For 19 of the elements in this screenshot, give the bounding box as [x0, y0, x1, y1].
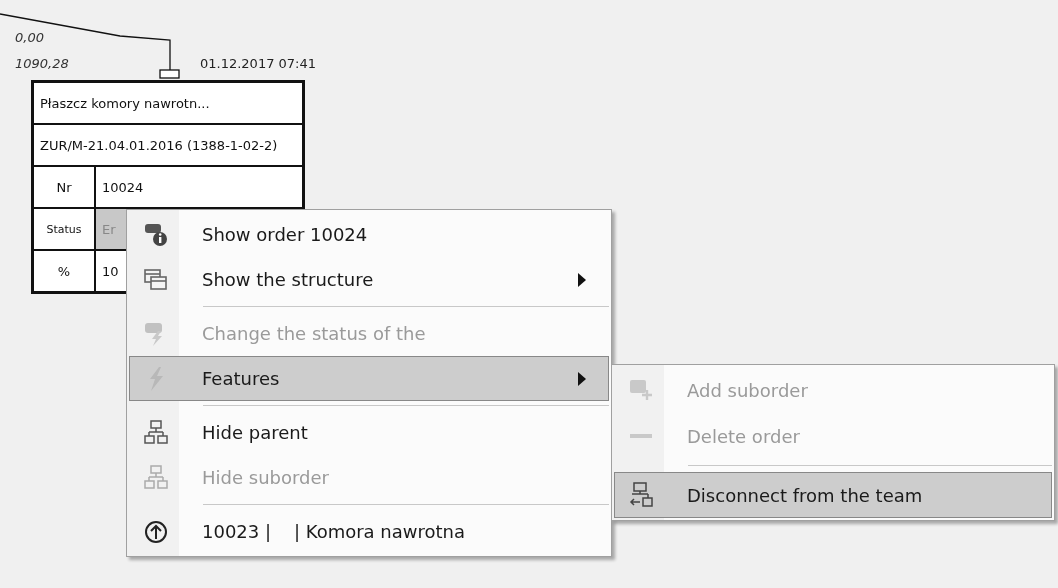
node-title: Płaszcz komory nawrotn... — [39, 95, 210, 111]
menu-item[interactable]: Hide parent — [129, 410, 609, 455]
hierarchy-icon — [144, 419, 168, 446]
submenu-arrow-icon — [578, 272, 586, 287]
disconnect-icon — [629, 482, 653, 508]
date-label: 01.12.2017 07:41 — [200, 56, 317, 71]
add-icon — [629, 377, 653, 403]
link-label: 1090,28 — [15, 56, 69, 71]
menu-item[interactable]: 10023 | | Komora nawrotna — [129, 509, 609, 554]
hierarchy-icon — [144, 464, 168, 491]
arrow-up-icon — [144, 518, 168, 545]
info-icon — [144, 221, 168, 248]
minus-icon — [630, 434, 652, 438]
submenu-arrow-icon — [578, 371, 586, 386]
link-label: 0,00 — [15, 30, 44, 45]
menu-item[interactable]: Features — [129, 356, 609, 401]
menu-item[interactable]: Disconnect from the team — [614, 472, 1052, 518]
windows-icon — [144, 266, 168, 293]
node-code: ZUR/M-21.04.01.2016 (1388-1-02-2) — [39, 137, 278, 153]
